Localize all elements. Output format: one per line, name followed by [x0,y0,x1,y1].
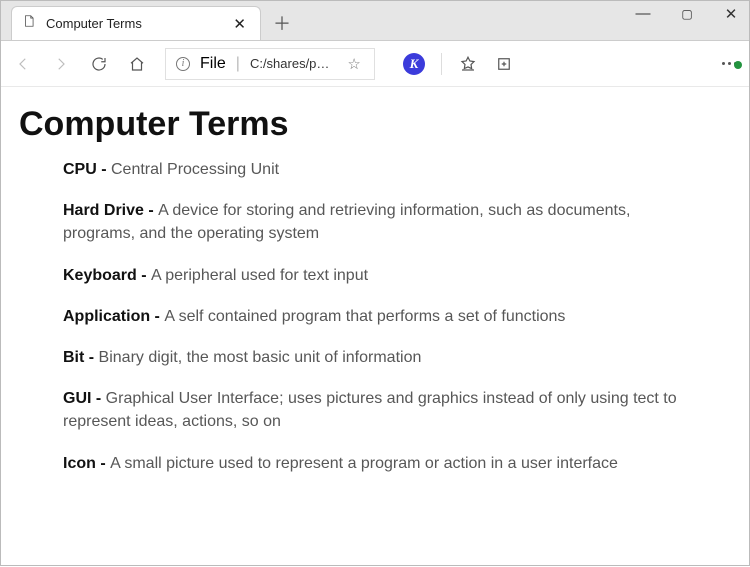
term-item: CPU - Central Processing Unit [63,158,705,181]
term-name: CPU [63,161,97,178]
term-item: Keyboard - A peripheral used for text in… [63,264,705,287]
term-item: Bit - Binary digit, the most basic unit … [63,346,705,369]
term-name: Icon [63,455,96,472]
browser-tab[interactable]: Computer Terms ✕ [11,6,261,40]
maximize-button[interactable]: ▢ [677,7,697,25]
term-name: GUI [63,390,91,407]
address-scheme: File [200,55,226,73]
term-definition: A small picture used to represent a prog… [110,455,618,472]
address-path: C:/shares/p… [250,56,329,71]
term-name: Keyboard [63,267,137,284]
close-window-button[interactable]: ✕ [721,5,741,23]
collections-button[interactable] [494,54,514,74]
forward-button[interactable] [51,54,71,74]
term-definition: Central Processing Unit [111,161,279,178]
page-title: Computer Terms [19,105,731,144]
term-name: Bit [63,349,84,366]
window-titlebar: Computer Terms ✕ ＋ — ▢ ✕ [1,1,749,41]
window-controls: — ▢ ✕ [633,5,741,23]
term-name: Application [63,308,150,325]
minimize-button[interactable]: — [633,5,653,23]
term-definition: A self contained program that performs a… [164,308,565,325]
settings-menu-button[interactable] [722,62,737,65]
back-button[interactable] [13,54,33,74]
page-icon [22,14,36,33]
address-separator: | [236,55,240,73]
extension-icon[interactable]: K [403,53,425,75]
term-item: Hard Drive - A device for storing and re… [63,199,705,245]
term-item: GUI - Graphical User Interface; uses pic… [63,387,705,433]
browser-toolbar: i File | C:/shares/p… ☆ K [1,41,749,87]
term-definition: Graphical User Interface; uses pictures … [63,390,677,430]
refresh-button[interactable] [89,54,109,74]
term-item: Application - A self contained program t… [63,305,705,328]
address-bar[interactable]: i File | C:/shares/p… ☆ [165,48,375,80]
home-button[interactable] [127,54,147,74]
terms-list: CPU - Central Processing Unit Hard Drive… [19,158,731,475]
close-tab-icon[interactable]: ✕ [229,15,250,33]
term-name: Hard Drive [63,202,144,219]
toolbar-separator [441,53,442,75]
favorite-star-icon[interactable]: ☆ [347,55,360,73]
update-badge-icon [734,61,742,69]
term-item: Icon - A small picture used to represent… [63,452,705,475]
term-definition: Binary digit, the most basic unit of inf… [99,349,422,366]
favorites-button[interactable] [458,54,478,74]
new-tab-button[interactable]: ＋ [267,8,297,38]
page-content: Computer Terms CPU - Central Processing … [1,87,749,567]
site-info-icon[interactable]: i [176,57,190,71]
tab-title: Computer Terms [46,16,219,31]
term-definition: A peripheral used for text input [151,267,368,284]
